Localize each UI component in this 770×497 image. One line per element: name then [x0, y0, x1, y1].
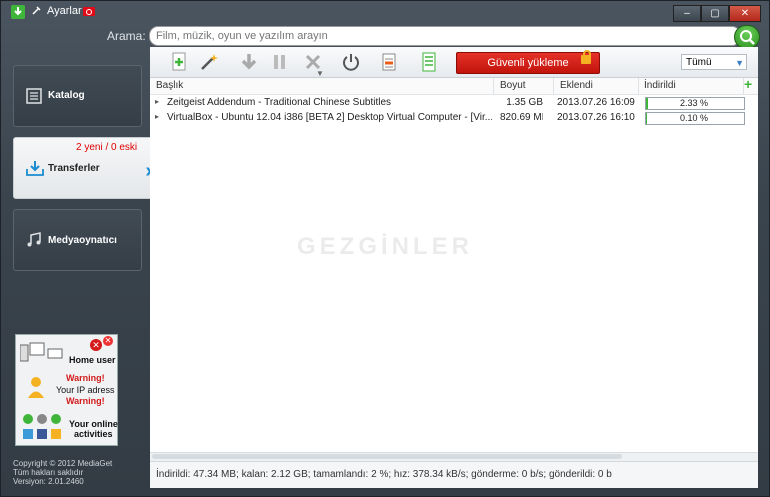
warning-x-icon: ✕ [90, 339, 102, 351]
ad-ip-text: Your IP adress [56, 385, 115, 395]
add-file-icon[interactable] [164, 50, 194, 74]
language-flag-icon[interactable] [83, 7, 95, 16]
col-size[interactable]: Boyut [500, 80, 526, 91]
settings-icon[interactable] [31, 6, 41, 16]
title-bar: Ayarlar ‒ ▢ ✕ [1, 1, 769, 23]
row-title: VirtualBox - Ubuntu 12.04 i386 [BETA 2] … [167, 112, 492, 123]
col-title[interactable]: Başlık [156, 80, 183, 91]
search-input[interactable] [149, 26, 741, 46]
sidebar-item-medyaoynatici[interactable]: Medyaoynatıcı [13, 209, 142, 271]
minimize-button[interactable]: ‒ [673, 5, 701, 22]
catalog-icon [26, 88, 42, 104]
progress-fill [646, 98, 649, 109]
ad-warning-2: Warning! [66, 396, 105, 406]
sidebar-item-transferler[interactable]: 2 yeni / 0 eski Transferler › [13, 137, 153, 199]
progress-bar: 0.10 % [645, 112, 745, 125]
power-icon[interactable] [336, 50, 366, 74]
ad-online-1: Your online [69, 419, 118, 429]
pause-icon[interactable] [264, 50, 294, 74]
row-added: 2013.07.26 16:09 [557, 97, 635, 108]
filter-select[interactable]: Tümü ▼ [681, 54, 747, 70]
social-icons [23, 414, 61, 439]
watermark: GEZGİNLER [297, 233, 474, 260]
sidebar-item-label: Katalog [48, 90, 85, 101]
search-icon [740, 30, 755, 45]
safe-download-button[interactable]: Güvenli yükleme [456, 50, 600, 74]
close-button[interactable]: ✕ [729, 5, 761, 22]
status-text: İndirildi: 47.34 MB; kalan: 2.12 GB; tam… [156, 469, 612, 480]
ad-home-user: Home user [69, 355, 116, 365]
table-header: Başlık Boyut Eklendi İndirildi + [150, 76, 758, 95]
row-size: 820.69 MB [500, 112, 543, 123]
row-title: Zeitgeist Addendum - Traditional Chinese… [167, 97, 392, 108]
download-icon[interactable] [234, 50, 264, 74]
horizontal-scrollbar[interactable] [150, 452, 758, 461]
user-icon [28, 377, 44, 398]
scrollbar-thumb[interactable] [152, 454, 622, 459]
version-text: Versiyon: 2.01.2460 [13, 477, 84, 486]
ad-close-icon[interactable]: ✕ [103, 336, 113, 346]
ad-online-2: activities [74, 429, 113, 439]
filter-value: Tümü [686, 57, 712, 68]
row-added: 2013.07.26 16:10 [557, 112, 635, 123]
advertisement-banner[interactable]: ✕ ✕ Home user Warning! Your IP adress Wa… [15, 334, 118, 446]
chevron-down-icon: ▼ [735, 58, 744, 68]
progress-text: 0.10 % [679, 113, 708, 123]
window-title[interactable]: Ayarlar [47, 5, 82, 17]
rights-text: Tüm hakları saklıdır [13, 468, 84, 477]
table-row[interactable]: ▸ Zeitgeist Addendum - Traditional Chine… [150, 96, 758, 111]
status-bar: İndirildi: 47.34 MB; kalan: 2.12 GB; tam… [150, 461, 758, 488]
sidebar-item-label: Transferler [48, 163, 100, 174]
search-button[interactable] [734, 25, 760, 49]
add-column-icon[interactable]: + [744, 76, 752, 92]
safe-download-label: Güvenli yükleme [487, 57, 569, 69]
col-added[interactable]: Eklendi [560, 80, 593, 91]
toolbar: ▼ Güvenli yükleme Tümü ▼ [150, 47, 758, 78]
ad-warning-1: Warning! [66, 373, 105, 383]
col-downloaded[interactable]: İndirildi [644, 80, 676, 91]
transfers-panel: ▼ Güvenli yükleme Tümü ▼ Başlık Boyut Ek… [150, 47, 758, 488]
progress-bar: 2.33 % [645, 97, 745, 110]
table-row[interactable]: ▸ VirtualBox - Ubuntu 12.04 i386 [BETA 2… [150, 111, 758, 126]
music-note-icon [27, 232, 41, 247]
magic-wand-icon[interactable] [194, 50, 224, 74]
progress-fill [646, 113, 647, 124]
download-tray-icon [26, 161, 44, 176]
sidebar-item-katalog[interactable]: Katalog [13, 65, 142, 127]
transfer-count-badge: 2 yeni / 0 eski [76, 142, 138, 153]
sidebar-item-label: Medyaoynatıcı [48, 235, 117, 246]
maximize-button[interactable]: ▢ [701, 5, 729, 22]
expand-arrow-icon[interactable]: ▸ [155, 97, 159, 106]
progress-text: 2.33 % [679, 98, 708, 108]
dropdown-arrow-icon[interactable]: ▼ [316, 69, 324, 78]
copyright-text: Copyright © 2012 MediaGet [13, 459, 113, 468]
computer-devices-icon [20, 342, 63, 362]
report-icon[interactable] [374, 50, 404, 74]
mediaget-logo-icon [11, 5, 25, 19]
lock-icon [581, 50, 591, 64]
app-window: Ayarlar ‒ ▢ ✕ Arama: Katalog 2 yeni / 0 … [0, 0, 770, 497]
search-label: Arama: [107, 29, 146, 43]
expand-arrow-icon[interactable]: ▸ [155, 112, 159, 121]
list-icon[interactable] [414, 50, 444, 74]
row-size: 1.35 GB [506, 97, 543, 108]
